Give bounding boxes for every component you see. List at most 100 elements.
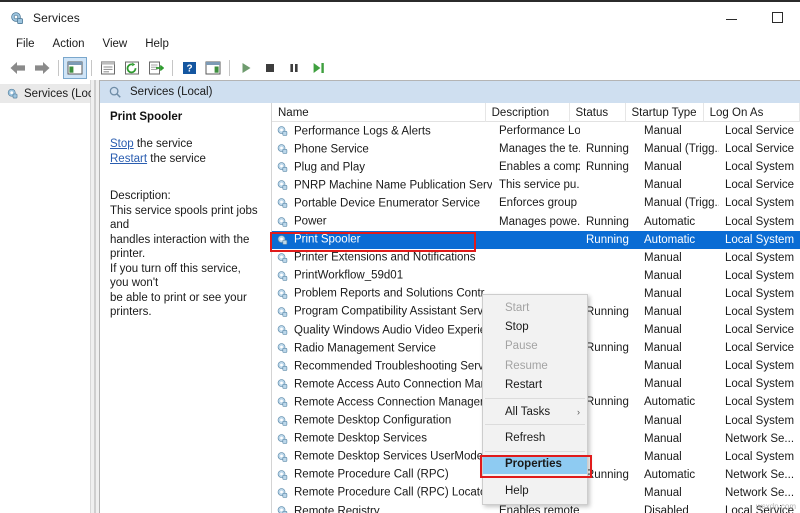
cell-name: Radio Management Service xyxy=(276,342,492,355)
context-menu: StartStopPauseResumeRestartAll Tasks›Ref… xyxy=(482,294,588,505)
context-menu-item-restart[interactable]: Restart xyxy=(483,376,587,395)
refresh-icon[interactable] xyxy=(120,57,144,79)
service-name-label: PrintWorkflow_59d01 xyxy=(294,270,403,282)
context-menu-item-pause: Pause xyxy=(483,337,587,356)
table-row[interactable]: Plug and PlayEnables a comp...RunningMan… xyxy=(272,158,800,176)
toolbar-separator xyxy=(58,60,59,76)
cell-startup-type: Manual xyxy=(644,270,719,282)
forward-arrow-icon[interactable] xyxy=(30,57,54,79)
context-menu-separator xyxy=(485,477,585,478)
context-menu-item-label: Refresh xyxy=(505,432,545,444)
toolbar-separator xyxy=(172,60,173,76)
service-name-label: Program Compatibility Assistant Servi... xyxy=(294,306,492,318)
table-row[interactable]: Phone ServiceManages the te...RunningMan… xyxy=(272,140,800,158)
toolbar: ? xyxy=(0,55,800,80)
services-gear-icon xyxy=(9,10,25,26)
cell-description: Manages powe... xyxy=(499,216,580,228)
context-menu-item-all-tasks[interactable]: All Tasks› xyxy=(483,402,587,421)
cell-startup-type: Manual xyxy=(644,125,719,137)
results-pane: Services (Local) Print Spooler Stop the … xyxy=(99,80,800,513)
context-menu-item-stop[interactable]: Stop xyxy=(483,317,587,336)
menu-view[interactable]: View xyxy=(95,36,136,52)
restart-service-link[interactable]: Restart xyxy=(110,153,147,165)
cell-name: Printer Extensions and Notifications xyxy=(276,251,492,264)
service-name-label: Remote Desktop Configuration xyxy=(294,415,451,427)
pane-body: Print Spooler Stop the service Restart t… xyxy=(100,103,800,513)
service-name-label: Phone Service xyxy=(294,143,369,155)
toolbar-separator xyxy=(91,60,92,76)
menu-help[interactable]: Help xyxy=(137,36,177,52)
cell-description: Enforces group ... xyxy=(499,197,580,209)
export-list-icon[interactable] xyxy=(144,57,168,79)
table-row[interactable]: Portable Device Enumerator Service Enforc… xyxy=(272,194,800,212)
cell-status: Running xyxy=(586,216,638,228)
back-arrow-icon[interactable] xyxy=(6,57,30,79)
service-name-label: Performance Logs & Alerts xyxy=(294,125,431,137)
column-header-label: Description xyxy=(492,107,550,119)
stop-service-link[interactable]: Stop xyxy=(110,138,134,150)
content-area: Services (Local) Services (Local) Print … xyxy=(0,80,800,513)
service-name-label: Print Spooler xyxy=(294,234,360,246)
help-icon[interactable]: ? xyxy=(177,57,201,79)
pane-splitter[interactable] xyxy=(91,80,99,513)
column-header-startup[interactable]: Startup Type xyxy=(626,103,704,122)
context-menu-separator xyxy=(485,424,585,425)
column-header-label: Name xyxy=(278,107,309,119)
service-gear-icon xyxy=(276,432,289,445)
cell-name: Performance Logs & Alerts xyxy=(276,125,492,138)
maximize-icon xyxy=(772,12,783,23)
cell-description: Enables a comp... xyxy=(499,161,580,173)
window-title: Services xyxy=(33,11,80,25)
table-row[interactable]: PrintWorkflow_59d01ManualLocal System xyxy=(272,267,800,285)
column-header-description[interactable]: Description xyxy=(486,103,570,122)
service-gear-icon xyxy=(276,414,289,427)
cell-startup-type: Manual xyxy=(644,252,719,264)
cell-status: Running xyxy=(586,143,638,155)
context-menu-item-label: All Tasks xyxy=(505,406,550,418)
watermark: wsxdn.com xyxy=(756,502,796,511)
menu-file[interactable]: File xyxy=(8,36,43,52)
service-gear-icon xyxy=(276,324,289,337)
cell-name: Recommended Troubleshooting Servi... xyxy=(276,360,492,373)
cell-log-on-as: Local System xyxy=(725,161,800,173)
description-line: If you turn off this service, you won't xyxy=(110,262,261,291)
table-row[interactable]: PowerManages powe...RunningAutomaticLoca… xyxy=(272,212,800,230)
start-service-icon[interactable] xyxy=(234,57,258,79)
service-name-label: Remote Desktop Services xyxy=(294,433,427,445)
detail-description: Description: This service spools print j… xyxy=(110,189,261,320)
table-row[interactable]: PNRP Machine Name Publication ServiceThi… xyxy=(272,176,800,194)
service-gear-icon xyxy=(276,233,289,246)
service-name-label: Plug and Play xyxy=(294,161,365,173)
menu-action[interactable]: Action xyxy=(45,36,93,52)
description-line: handles interaction with the printer. xyxy=(110,233,261,262)
context-menu-item-refresh[interactable]: Refresh xyxy=(483,428,587,447)
service-gear-icon xyxy=(276,305,289,318)
show-hide-action-pane-icon[interactable] xyxy=(201,57,225,79)
show-hide-console-tree-icon[interactable] xyxy=(63,57,87,79)
table-row[interactable]: Print SpoolerRunningAutomaticLocal Syste… xyxy=(272,231,800,249)
description-line: This service spools print jobs and xyxy=(110,204,261,233)
service-gear-icon xyxy=(276,287,289,300)
column-header-logon[interactable]: Log On As xyxy=(704,103,800,122)
pause-service-icon[interactable] xyxy=(282,57,306,79)
properties-icon[interactable] xyxy=(96,57,120,79)
context-menu-item-properties[interactable]: Properties xyxy=(483,455,587,474)
column-header-name[interactable]: Name xyxy=(272,103,486,122)
minimize-button[interactable] xyxy=(708,2,754,33)
table-row[interactable]: Performance Logs & AlertsPerformance Lo.… xyxy=(272,122,800,140)
table-row[interactable]: Printer Extensions and Notifications Manu… xyxy=(272,249,800,267)
service-gear-icon xyxy=(276,342,289,355)
stop-suffix: the service xyxy=(134,138,193,150)
cell-startup-type: Manual xyxy=(644,342,719,354)
maximize-button[interactable] xyxy=(754,2,800,33)
service-name-label: Portable Device Enumerator Service xyxy=(294,197,480,209)
service-gear-icon xyxy=(276,125,289,138)
cell-log-on-as: Local System xyxy=(725,252,800,264)
tree-item-services-local[interactable]: Services (Local) xyxy=(0,84,90,103)
restart-service-icon[interactable] xyxy=(306,57,330,79)
stop-service-icon[interactable] xyxy=(258,57,282,79)
column-header-status[interactable]: Status xyxy=(570,103,626,122)
context-menu-item-help[interactable]: Help xyxy=(483,481,587,500)
context-menu-separator xyxy=(485,398,585,399)
context-menu-item-label: Properties xyxy=(505,458,562,470)
